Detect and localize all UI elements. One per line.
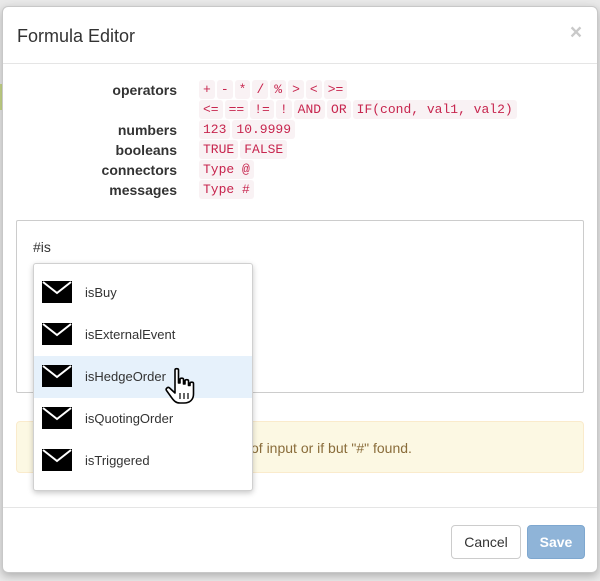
legend-label-operators: operators xyxy=(112,82,177,98)
cancel-button[interactable]: Cancel xyxy=(451,525,521,559)
operator-tokens: + - * /% > < >= xyxy=(199,80,349,99)
legend-label-connectors: connectors xyxy=(101,162,177,178)
autocomplete-item-isquotingorder[interactable]: isQuotingOrder xyxy=(34,398,252,440)
token: Type @ xyxy=(199,160,254,179)
operator-tokens-2: <= == !=! AND OR IF(cond, val1, val2) xyxy=(199,100,519,119)
hand-pointer-icon xyxy=(165,367,195,404)
envelope-icon xyxy=(42,365,72,387)
autocomplete-item-isbuy[interactable]: isBuy xyxy=(34,272,252,314)
token: % xyxy=(270,80,287,99)
autocomplete-dropdown: isBuy isExternalEvent isHedgeOrder isQuo… xyxy=(33,263,253,491)
token: * xyxy=(234,80,251,99)
legend-label-messages: messages xyxy=(109,182,177,198)
modal-header: Formula Editor × xyxy=(3,7,597,64)
legend-row-booleans: booleans TRUE FALSE xyxy=(3,140,597,160)
token: >= xyxy=(323,80,348,99)
legend-label-booleans: booleans xyxy=(115,142,177,158)
validation-warning-text: of input or if but "#" found. xyxy=(251,440,412,456)
legend-row-operators-2: <= == !=! AND OR IF(cond, val1, val2) xyxy=(3,100,597,120)
token: AND xyxy=(293,100,326,119)
close-button[interactable]: × xyxy=(567,22,585,44)
modal-footer: Cancel Save xyxy=(3,507,597,572)
token: OR xyxy=(327,100,351,119)
autocomplete-item-istriggered[interactable]: isTriggered xyxy=(34,440,252,482)
token: != xyxy=(250,100,274,119)
autocomplete-item-label: isBuy xyxy=(85,285,117,300)
formula-input-text: #is xyxy=(33,239,51,255)
token: <= xyxy=(199,100,223,119)
message-tokens: Type # xyxy=(199,180,256,199)
number-tokens: 123 10.9999 xyxy=(199,120,297,139)
boolean-tokens: TRUE FALSE xyxy=(199,140,289,159)
legend-label-numbers: numbers xyxy=(117,122,177,138)
token: Type # xyxy=(199,180,254,199)
connector-tokens: Type @ xyxy=(199,160,256,179)
autocomplete-item-label: isExternalEvent xyxy=(85,327,176,342)
autocomplete-item-isexternalevent[interactable]: isExternalEvent xyxy=(34,314,252,356)
autocomplete-item-label: isQuotingOrder xyxy=(85,411,174,426)
token: + xyxy=(199,80,215,99)
autocomplete-item-label: isHedgeOrder xyxy=(85,369,166,384)
token: == xyxy=(224,100,249,119)
envelope-icon xyxy=(42,281,72,303)
token: < xyxy=(305,80,322,99)
legend-row-operators: operators + - * /% > < >= xyxy=(3,80,597,100)
autocomplete-item-label: isTriggered xyxy=(85,453,150,468)
legend-row-connectors: connectors Type @ xyxy=(3,160,597,180)
token: 123 xyxy=(199,120,231,139)
token: TRUE xyxy=(199,140,239,159)
envelope-icon xyxy=(42,449,72,471)
token: IF(cond, val1, val2) xyxy=(352,100,517,119)
token: > xyxy=(288,80,304,99)
envelope-icon xyxy=(42,323,72,345)
token: FALSE xyxy=(240,140,288,159)
token: - xyxy=(216,80,233,99)
legend-row-numbers: numbers 123 10.9999 xyxy=(3,120,597,140)
envelope-icon xyxy=(42,407,72,429)
legend-row-messages: messages Type # xyxy=(3,180,597,200)
token: ! xyxy=(275,100,292,119)
autocomplete-item-ishedgeorder[interactable]: isHedgeOrder xyxy=(34,356,252,398)
modal-title: Formula Editor xyxy=(17,26,136,46)
save-button[interactable]: Save xyxy=(527,525,585,559)
token: / xyxy=(252,80,269,99)
token: 10.9999 xyxy=(232,120,296,139)
